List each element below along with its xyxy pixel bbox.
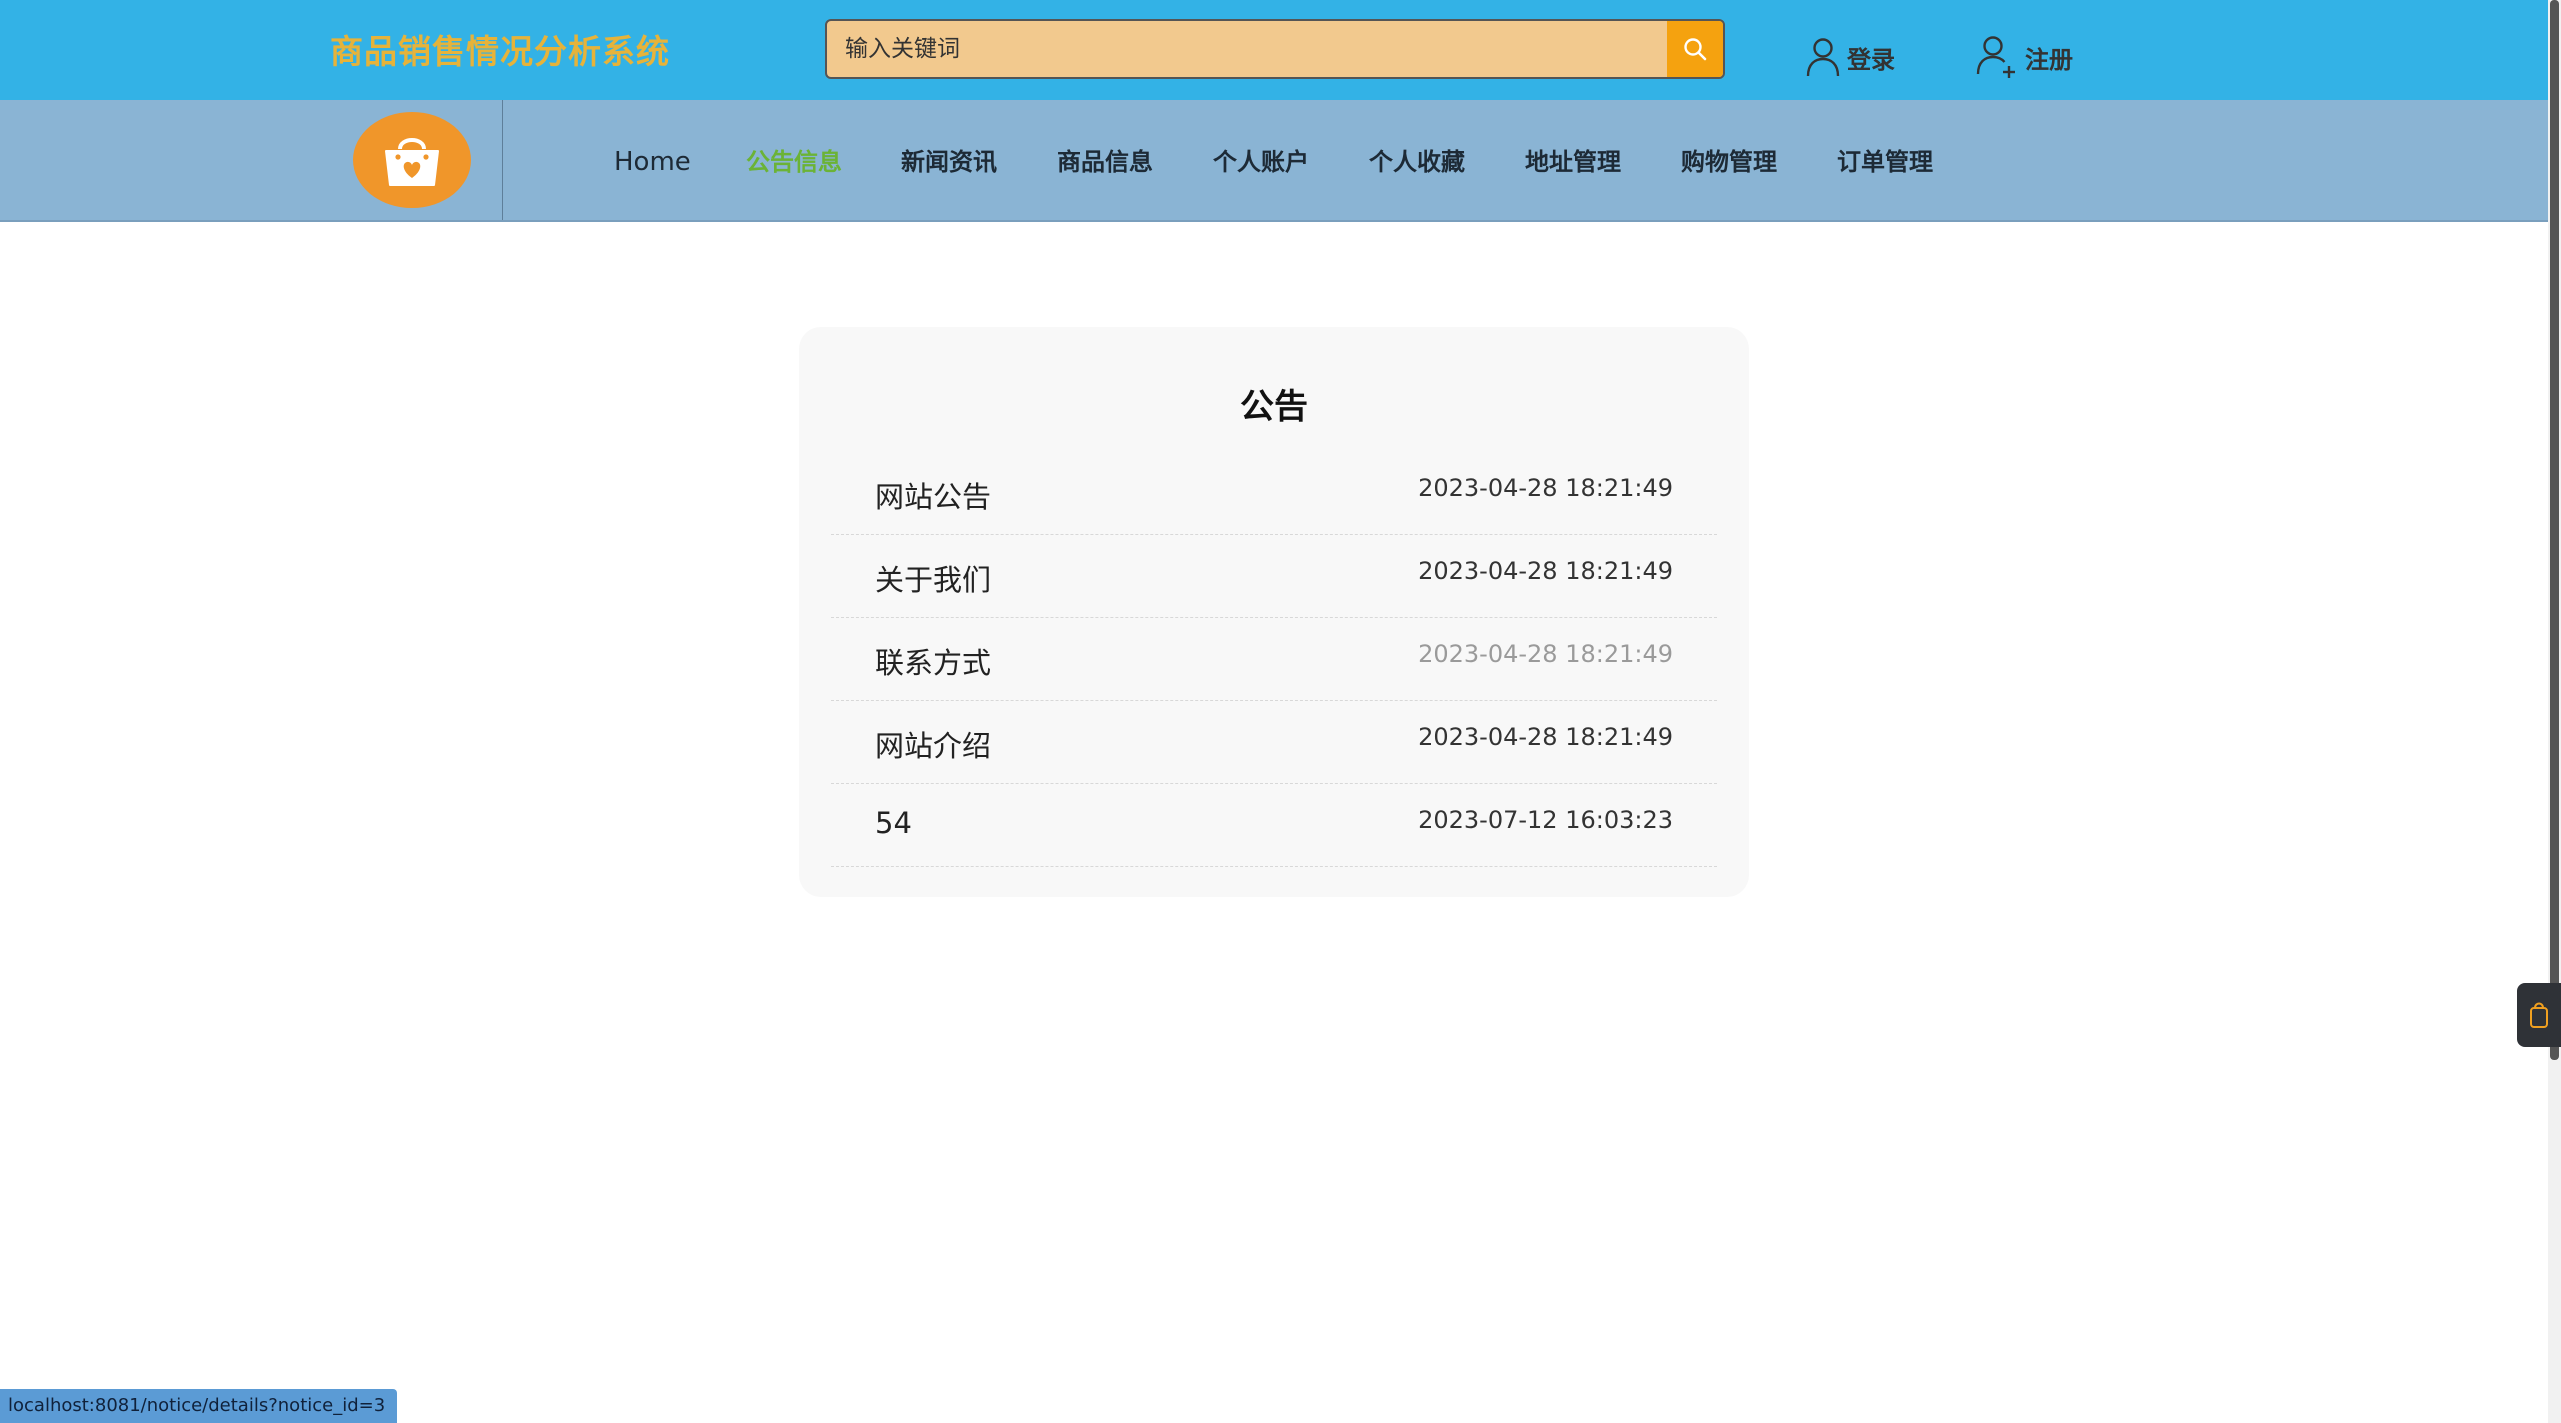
search-bar	[825, 19, 1725, 79]
nav-item-notices[interactable]: 公告信息	[746, 144, 842, 180]
login-label: 登录	[1847, 45, 1895, 74]
register-link[interactable]: 注册	[1975, 30, 2073, 84]
notice-time: 2023-04-28 18:21:49	[1418, 557, 1673, 585]
notice-row[interactable]: 关于我们 2023-04-28 18:21:49	[831, 535, 1717, 618]
notice-title[interactable]: 网站介绍	[875, 723, 991, 765]
notice-time: 2023-04-28 18:21:49	[1418, 640, 1673, 668]
notice-title[interactable]: 网站公告	[875, 474, 991, 516]
site-title: 商品销售情况分析系统	[330, 32, 670, 71]
notice-row[interactable]: 网站公告 2023-04-28 18:21:49	[831, 452, 1717, 535]
nav-item-home[interactable]: Home	[614, 144, 691, 180]
notice-time: 2023-04-28 18:21:49	[1418, 723, 1673, 751]
scrollbar-thumb[interactable]	[2550, 0, 2559, 1060]
notice-time: 2023-04-28 18:21:49	[1418, 474, 1673, 502]
nav-item-products[interactable]: 商品信息	[1057, 144, 1153, 180]
notice-title[interactable]: 关于我们	[875, 557, 991, 599]
search-input[interactable]	[827, 21, 1669, 77]
notice-title[interactable]: 联系方式	[875, 640, 991, 682]
notice-row[interactable]: 网站介绍 2023-04-28 18:21:49	[831, 701, 1717, 784]
search-button[interactable]	[1667, 21, 1723, 77]
nav-menu: Home 公告信息 新闻资讯 商品信息 个人账户 个人收藏 地址管理 购物管理 …	[0, 100, 2548, 220]
search-icon	[1684, 38, 1707, 61]
user-icon	[1806, 38, 1840, 77]
notice-time: 2023-07-12 16:03:23	[1418, 806, 1673, 834]
nav-item-addresses[interactable]: 地址管理	[1525, 144, 1621, 180]
page-scrollbar[interactable]	[2548, 0, 2561, 1423]
floating-side-tab[interactable]	[2517, 983, 2561, 1047]
card-title: 公告	[1240, 387, 1308, 427]
notice-title[interactable]: 54	[875, 806, 912, 840]
nav-item-cart[interactable]: 购物管理	[1681, 144, 1777, 180]
nav-item-news[interactable]: 新闻资讯	[901, 144, 997, 180]
register-label: 注册	[2025, 45, 2073, 74]
notice-card: 公告 网站公告 2023-04-28 18:21:49 关于我们 2023-04…	[799, 327, 1749, 897]
bag-icon	[2530, 1002, 2548, 1028]
notice-list: 网站公告 2023-04-28 18:21:49 关于我们 2023-04-28…	[831, 452, 1717, 867]
notice-row[interactable]: 54 2023-07-12 16:03:23	[831, 784, 1717, 867]
nav-item-account[interactable]: 个人账户	[1213, 144, 1309, 180]
status-bar-url: localhost:8081/notice/details?notice_id=…	[0, 1389, 398, 1423]
notice-row[interactable]: 联系方式 2023-04-28 18:21:49	[831, 618, 1717, 701]
login-link[interactable]: 登录	[1805, 30, 1895, 84]
top-header: 商品销售情况分析系统 登录 注册	[0, 0, 2548, 100]
nav-item-orders[interactable]: 订单管理	[1837, 144, 1933, 180]
main-nav-bar: Home 公告信息 新闻资讯 商品信息 个人账户 个人收藏 地址管理 购物管理 …	[0, 100, 2548, 222]
user-add-icon	[1976, 36, 2015, 78]
nav-item-favorites[interactable]: 个人收藏	[1369, 144, 1465, 180]
